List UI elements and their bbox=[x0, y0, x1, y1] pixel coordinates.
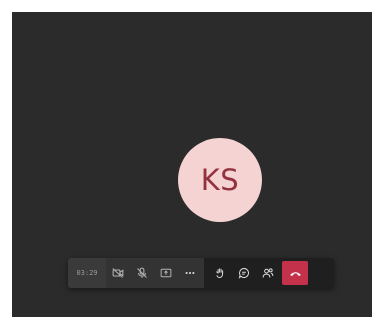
mic-toggle-button[interactable] bbox=[130, 258, 154, 288]
call-controls-toolbar: 03:29 bbox=[68, 258, 334, 288]
hang-up-button[interactable] bbox=[282, 261, 308, 285]
raise-hand-button[interactable] bbox=[208, 258, 232, 288]
more-options-icon bbox=[185, 271, 195, 275]
mic-off-icon bbox=[137, 267, 147, 278]
raise-hand-icon bbox=[216, 268, 224, 278]
chat-icon bbox=[238, 268, 249, 279]
participants-icon bbox=[262, 268, 274, 278]
camera-off-icon bbox=[112, 268, 124, 278]
participant-avatar: KS bbox=[178, 138, 262, 222]
call-timer: 03:29 bbox=[68, 258, 106, 288]
video-stage: KS 03:29 bbox=[12, 12, 372, 317]
participant-initials: KS bbox=[200, 163, 240, 197]
collaboration-controls-group bbox=[204, 258, 308, 288]
participants-button[interactable] bbox=[256, 258, 280, 288]
media-controls-group: 03:29 bbox=[68, 258, 204, 288]
share-screen-button[interactable] bbox=[154, 258, 178, 288]
camera-toggle-button[interactable] bbox=[106, 258, 130, 288]
chat-button[interactable] bbox=[232, 258, 256, 288]
more-options-button[interactable] bbox=[178, 258, 202, 288]
hang-up-icon bbox=[289, 271, 301, 276]
share-screen-icon bbox=[160, 268, 172, 278]
call-window: KS 03:29 bbox=[12, 12, 372, 317]
